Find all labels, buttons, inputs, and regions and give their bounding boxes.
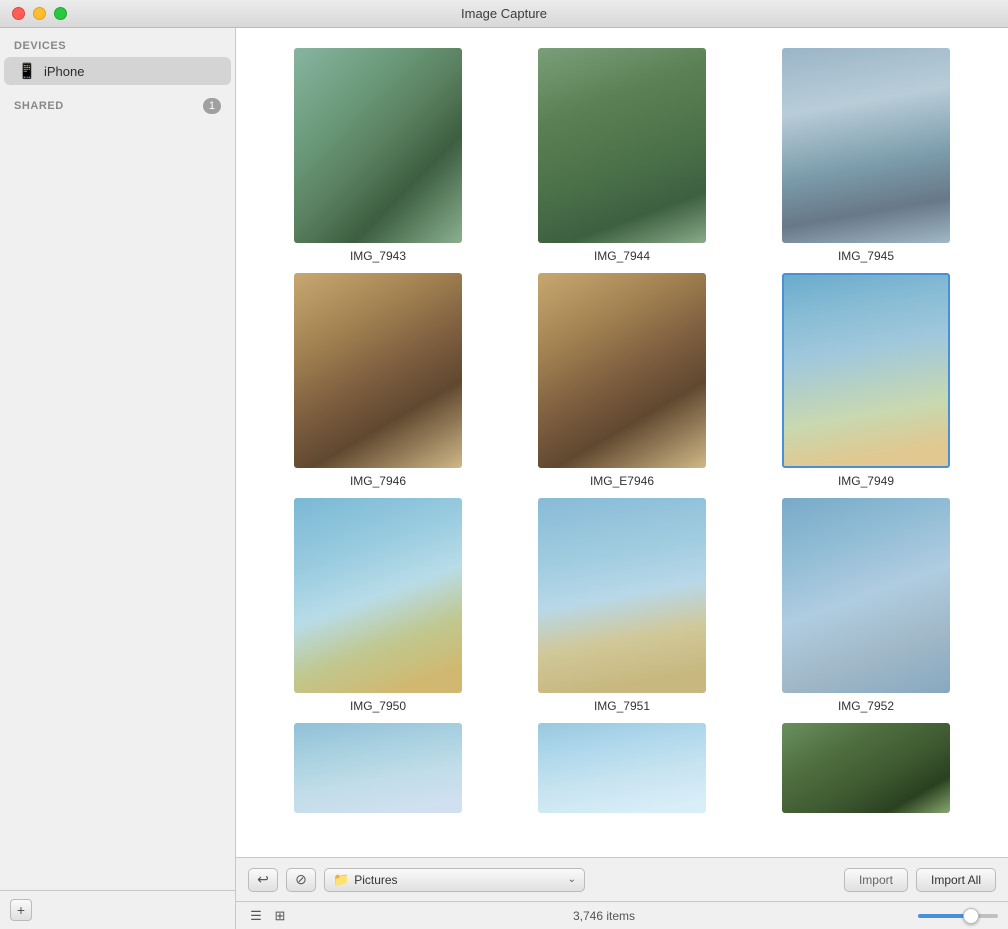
window-title: Image Capture — [461, 6, 547, 21]
undo-button[interactable]: ↩ — [248, 868, 278, 892]
photo-item-7954[interactable] — [510, 723, 734, 813]
photo-label-7950: IMG_7950 — [350, 699, 406, 713]
photo-thumb-7949 — [782, 273, 950, 468]
photo-label-7952: IMG_7952 — [838, 699, 894, 713]
undo-icon: ↩ — [257, 871, 269, 888]
photo-label-7943: IMG_7943 — [350, 249, 406, 263]
photo-thumb-7953 — [294, 723, 462, 813]
sidebar-bottom: + — [0, 890, 235, 929]
main-content: IMG_7943 IMG_7944 IMG_7945 IMG_7946 IMG_… — [236, 28, 1008, 929]
shared-label: SHARED — [14, 100, 203, 112]
shared-badge: 1 — [203, 98, 221, 114]
import-label: Import — [859, 873, 893, 887]
iphone-icon: 📱 — [18, 62, 36, 80]
title-bar: Image Capture — [0, 0, 1008, 28]
photo-label-7949: IMG_7949 — [838, 474, 894, 488]
sidebar-item-iphone[interactable]: 📱 iPhone — [4, 57, 231, 85]
photo-thumb-7943 — [294, 48, 462, 243]
add-device-button[interactable]: + — [10, 899, 32, 921]
list-view-button[interactable]: ☰ — [246, 907, 266, 925]
minimize-button[interactable] — [33, 7, 46, 20]
photo-item-7953[interactable] — [266, 723, 490, 813]
photo-item-7945[interactable]: IMG_7945 — [754, 48, 978, 263]
photo-item-7944[interactable]: IMG_7944 — [510, 48, 734, 263]
photo-thumb-7954 — [538, 723, 706, 813]
photo-item-7943[interactable]: IMG_7943 — [266, 48, 490, 263]
stop-button[interactable]: ⊘ — [286, 868, 316, 892]
shared-section-header: SHARED 1 — [0, 86, 235, 118]
photo-label-e7946: IMG_E7946 — [590, 474, 654, 488]
photo-label-7944: IMG_7944 — [594, 249, 650, 263]
photo-item-7955[interactable] — [754, 723, 978, 813]
window-controls[interactable] — [12, 7, 67, 20]
destination-select[interactable]: 📁 Pictures ⌄ — [324, 868, 585, 892]
destination-label: Pictures — [354, 873, 562, 887]
photo-label-7945: IMG_7945 — [838, 249, 894, 263]
items-count: 3,746 items — [298, 909, 910, 923]
app-body: DEVICES 📱 iPhone SHARED 1 + IMG_7943 IMG… — [0, 28, 1008, 929]
view-icons[interactable]: ☰ ⊞ — [246, 907, 290, 925]
photo-thumb-7952 — [782, 498, 950, 693]
photo-label-7951: IMG_7951 — [594, 699, 650, 713]
import-all-label: Import All — [931, 873, 981, 887]
bottom-toolbar: ↩ ⊘ 📁 Pictures ⌄ Import Import All — [236, 857, 1008, 901]
photo-thumb-7951 — [538, 498, 706, 693]
sidebar: DEVICES 📱 iPhone SHARED 1 + — [0, 28, 236, 929]
photo-thumb-7945 — [782, 48, 950, 243]
photo-item-e7946[interactable]: IMG_E7946 — [510, 273, 734, 488]
devices-section-header: DEVICES — [0, 28, 235, 56]
photo-item-7949[interactable]: IMG_7949 — [754, 273, 978, 488]
maximize-button[interactable] — [54, 7, 67, 20]
stop-icon: ⊘ — [295, 871, 307, 888]
photo-thumb-7950 — [294, 498, 462, 693]
photo-grid[interactable]: IMG_7943 IMG_7944 IMG_7945 IMG_7946 IMG_… — [236, 28, 1008, 857]
photo-thumb-7944 — [538, 48, 706, 243]
photo-label-7946: IMG_7946 — [350, 474, 406, 488]
zoom-slider[interactable] — [918, 914, 998, 918]
grid-view-button[interactable]: ⊞ — [270, 907, 290, 925]
photo-item-7951[interactable]: IMG_7951 — [510, 498, 734, 713]
photo-item-7952[interactable]: IMG_7952 — [754, 498, 978, 713]
import-all-button[interactable]: Import All — [916, 868, 996, 892]
sidebar-iphone-label: iPhone — [44, 64, 84, 79]
photo-item-7950[interactable]: IMG_7950 — [266, 498, 490, 713]
folder-icon: 📁 — [333, 872, 349, 888]
import-button[interactable]: Import — [844, 868, 908, 892]
zoom-slider-container — [918, 914, 998, 918]
photo-thumb-7955 — [782, 723, 950, 813]
close-button[interactable] — [12, 7, 25, 20]
chevron-icon: ⌄ — [568, 874, 576, 885]
status-bar: ☰ ⊞ 3,746 items — [236, 901, 1008, 929]
photo-item-7946[interactable]: IMG_7946 — [266, 273, 490, 488]
photo-thumb-7946 — [294, 273, 462, 468]
photo-thumb-e7946 — [538, 273, 706, 468]
